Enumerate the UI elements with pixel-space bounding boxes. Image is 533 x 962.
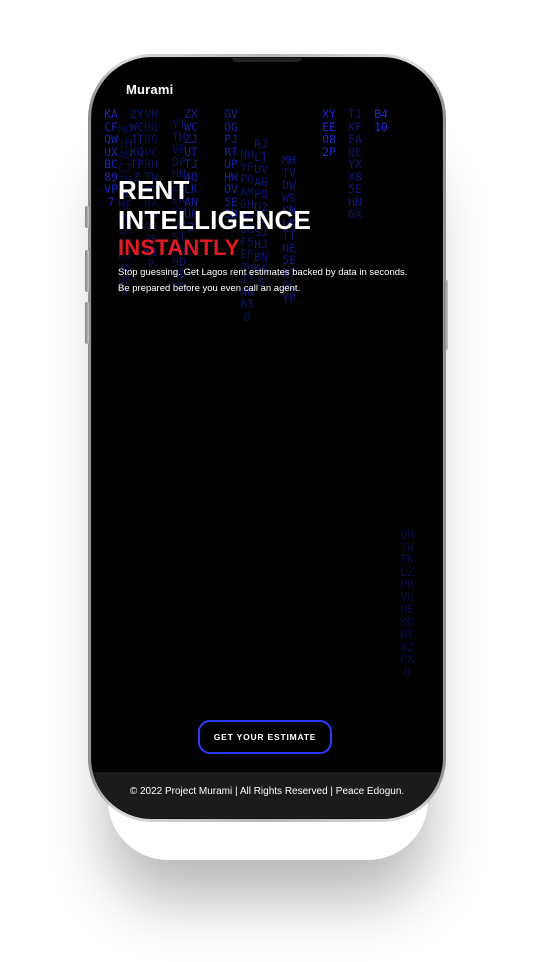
- speaker-notch: [232, 58, 302, 62]
- hero-subtitle-line-1: Stop guessing. Get Lagos rent estimates …: [118, 267, 408, 278]
- hero-subtitle: Stop guessing. Get Lagos rent estimates …: [118, 265, 408, 297]
- footer-copyright: © 2022 Project Murami | All Rights Reser…: [129, 786, 405, 797]
- matrix-rain-column: ZYWCJTKQTPZ: [130, 107, 144, 184]
- volume-up-button: [85, 250, 89, 292]
- matrix-rain-column: B410: [374, 107, 388, 134]
- silent-switch: [85, 206, 89, 228]
- matrix-rain-background: ZYWCJTKQTPZ KACFQWUXBC89VP7 MGYHAUCJZUHBMF…: [92, 58, 442, 818]
- brand-logo[interactable]: Murami: [126, 82, 173, 97]
- hero-title-accent: INSTANTLY: [118, 235, 240, 260]
- matrix-rain-column: KACFQWUXBC89VP7: [104, 107, 118, 209]
- app-screen: ZYWCJTKQTPZ KACFQWUXBC89VP7 MGYHAUCJZUHBMF…: [92, 58, 442, 818]
- footer: © 2022 Project Murami | All Rights Reser…: [92, 772, 442, 818]
- volume-down-button: [85, 302, 89, 344]
- hero-title-line-2: INTELLIGENCE: [118, 205, 312, 235]
- hero-title-line-1: RENT: [118, 175, 190, 205]
- matrix-rain-column: XYEE082P: [322, 107, 336, 159]
- power-button: [444, 280, 448, 350]
- matrix-rain-column: QHTWFKLZPRVGNEKDWYAZPXQ: [400, 527, 414, 679]
- hero-subtitle-line-2: Be prepared before you even call an agen…: [118, 283, 301, 294]
- get-estimate-button[interactable]: GET YOUR ESTIMATE: [198, 720, 332, 754]
- device-mockup: ZYWCJTKQTPZ KACFQWUXBC89VP7 MGYHAUCJZUHBMF…: [0, 0, 533, 962]
- hero-section: RENT INTELLIGENCE INSTANTLY Stop guessin…: [118, 175, 418, 297]
